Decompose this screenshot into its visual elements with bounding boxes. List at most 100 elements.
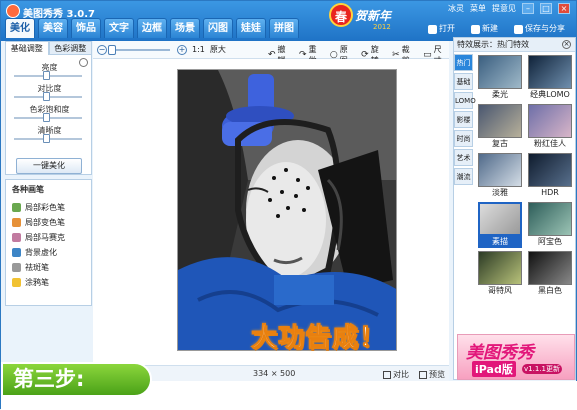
- original-size-button[interactable]: 原大: [210, 44, 226, 55]
- main-tabs: 美化 美容 饰品 文字 边框 场景 闪图 娃娃 拼图: [5, 18, 299, 38]
- slider-knob[interactable]: [43, 134, 50, 143]
- feedback-link[interactable]: 提意见: [492, 3, 516, 14]
- promo-badge[interactable]: 春: [329, 3, 353, 27]
- open-button[interactable]: 打开: [423, 21, 460, 37]
- tab-frame[interactable]: 边框: [137, 18, 167, 38]
- zoom-ratio[interactable]: 1:1: [192, 45, 205, 54]
- slider-knob[interactable]: [43, 113, 50, 122]
- cat-studio[interactable]: 影楼: [454, 111, 473, 128]
- maximize-icon[interactable]: □: [540, 3, 552, 14]
- top-right-controls: 冰灵 菜单 提意见 – □ ×: [448, 3, 570, 14]
- effect-abao[interactable]: 阿宝色: [528, 202, 572, 248]
- compare-icon: [383, 370, 391, 379]
- effect-thumbnail: [478, 153, 522, 187]
- save-share-button[interactable]: 保存与分享: [509, 21, 570, 37]
- brush-background-blur[interactable]: 背景虚化: [12, 245, 85, 260]
- effect-soft-light[interactable]: 柔光: [478, 55, 522, 101]
- effect-thumbnail: [528, 55, 572, 89]
- promo-title: 贺新年: [355, 9, 392, 23]
- effect-gothic[interactable]: 哥特风: [478, 251, 522, 297]
- tab-accessories[interactable]: 饰品: [71, 18, 101, 38]
- zoom-slider[interactable]: [108, 44, 170, 55]
- zoom-out-icon[interactable]: −: [97, 44, 107, 55]
- brush-panel: 各种画笔 局部彩色笔 局部变色笔 局部马赛克 背景虚化 祛斑笔 涂鸦笔: [5, 179, 92, 306]
- effect-categories: 热门 基础 LOMO 影楼 时尚 艺术 潮流: [454, 54, 476, 187]
- effects-panel: 特效展示：热门特效 × 热门 基础 LOMO 影楼 时尚 艺术 潮流 柔光 经典…: [453, 37, 576, 380]
- effect-pink-lady[interactable]: 粉红佳人: [528, 104, 572, 150]
- brightness-slider[interactable]: [14, 71, 82, 80]
- cat-fashion[interactable]: 时尚: [454, 130, 473, 147]
- blur-icon: [12, 248, 21, 257]
- promo-year: 2012: [373, 23, 391, 31]
- step-banner: 第三步:: [1, 362, 152, 397]
- brush-mosaic[interactable]: 局部马赛克: [12, 230, 85, 245]
- plus-icon: [471, 24, 480, 34]
- tab-basic-adjust[interactable]: 基础调整: [5, 41, 49, 55]
- ipad-ad-banner[interactable]: 美图秀秀 iPad版 v1.1.1更新: [457, 334, 575, 380]
- tab-face[interactable]: 美容: [38, 18, 68, 38]
- effect-thumbnail: [478, 104, 522, 138]
- close-icon[interactable]: ×: [558, 3, 570, 14]
- contrast-slider[interactable]: [14, 92, 82, 101]
- new-button[interactable]: 新建: [466, 21, 503, 37]
- mosaic-icon: [12, 233, 21, 242]
- cat-popular[interactable]: 热门: [454, 54, 473, 71]
- effect-thumbnail: [478, 55, 522, 89]
- user-menu[interactable]: 冰灵: [448, 3, 464, 14]
- photo-image: [178, 70, 396, 350]
- brush-doodle[interactable]: 涂鸦笔: [12, 275, 85, 290]
- effect-classic-lomo[interactable]: 经典LOMO: [528, 55, 572, 101]
- zoom-slider-thumb[interactable]: [108, 44, 116, 55]
- minimize-icon[interactable]: –: [522, 3, 534, 14]
- zoom-in-icon[interactable]: +: [177, 44, 187, 55]
- tab-scene[interactable]: 场景: [170, 18, 200, 38]
- effect-thumbnail: [528, 153, 572, 187]
- effect-elegant[interactable]: 淡雅: [478, 153, 522, 199]
- edited-photo[interactable]: [177, 69, 397, 351]
- file-actions: 打开 新建 保存与分享: [423, 21, 570, 37]
- one-key-beautify-button[interactable]: 一键美化: [16, 158, 82, 174]
- effects-header: 特效展示：热门特效 ×: [454, 38, 575, 52]
- folder-icon: [428, 24, 437, 34]
- preview-icon: [419, 370, 427, 379]
- effect-thumbnail: [528, 251, 572, 285]
- app-window: 美图秀秀 3.0.7 美化 美容 饰品 文字 边框 场景 闪图 娃娃 拼图 春 …: [0, 0, 577, 410]
- color-brush-icon: [12, 203, 21, 212]
- tab-text[interactable]: 文字: [104, 18, 134, 38]
- cat-basic[interactable]: 基础: [454, 73, 473, 90]
- compare-button[interactable]: 对比: [383, 369, 409, 380]
- preview-button[interactable]: 预览: [419, 369, 445, 380]
- app-logo-icon: [6, 4, 20, 18]
- cat-trend[interactable]: 潮流: [454, 168, 473, 185]
- left-panel: 基础调整 色彩调整 亮度 对比度 色彩饱和度 清晰度 一键美化 各种画笔 局部彩…: [5, 41, 92, 306]
- adjust-panel: 亮度 对比度 色彩饱和度 清晰度 一键美化: [5, 55, 92, 175]
- brush-spot-remover[interactable]: 祛斑笔: [12, 260, 85, 275]
- menu-link[interactable]: 菜单: [470, 3, 486, 14]
- saturation-slider[interactable]: [14, 113, 82, 122]
- cat-art[interactable]: 艺术: [454, 149, 473, 166]
- tab-color-adjust[interactable]: 色彩调整: [48, 41, 92, 55]
- image-toolbar: − + 1:1 原大 ↶撤销 ↷重做 ○原图 ⟳旋转 ✂裁剪 ▭尺寸: [93, 41, 449, 65]
- effect-thumbnail: [528, 104, 572, 138]
- cat-lomo[interactable]: LOMO: [454, 92, 476, 109]
- effect-thumbnail: [478, 202, 522, 236]
- slider-knob[interactable]: [43, 71, 50, 80]
- effect-sketch[interactable]: 素描: [478, 202, 522, 248]
- effect-hdr[interactable]: HDR: [528, 153, 572, 199]
- tab-collage[interactable]: 拼图: [269, 18, 299, 38]
- effect-retro[interactable]: 复古: [478, 104, 522, 150]
- adjust-tabs: 基础调整 色彩调整: [5, 41, 92, 55]
- slider-knob[interactable]: [43, 92, 50, 101]
- tab-doll[interactable]: 娃娃: [236, 18, 266, 38]
- tab-beautify[interactable]: 美化: [5, 18, 35, 38]
- brush-local-recolor[interactable]: 局部变色笔: [12, 215, 85, 230]
- save-icon: [514, 24, 523, 34]
- sharpness-slider[interactable]: [14, 134, 82, 143]
- panel-close-icon[interactable]: ×: [562, 40, 571, 49]
- brush-local-color[interactable]: 局部彩色笔: [12, 200, 85, 215]
- title-bar: 美图秀秀 3.0.7 美化 美容 饰品 文字 边框 场景 闪图 娃娃 拼图 春 …: [1, 1, 576, 41]
- effects-grid: 柔光 经典LOMO 复古 粉红佳人 淡雅 HDR 素描 阿宝色 哥特风 黑白色: [478, 55, 572, 297]
- effect-black-white[interactable]: 黑白色: [528, 251, 572, 297]
- completion-caption: 大功告成！: [250, 323, 387, 354]
- tab-flash[interactable]: 闪图: [203, 18, 233, 38]
